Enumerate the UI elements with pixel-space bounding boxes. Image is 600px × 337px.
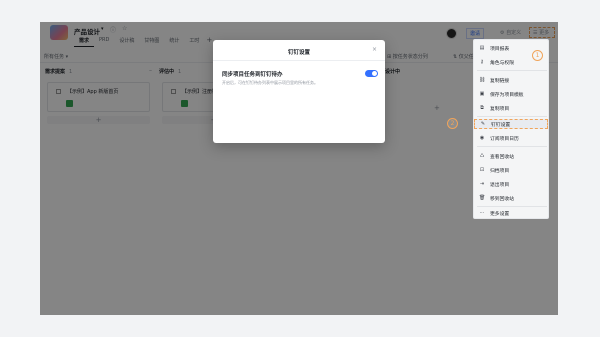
role-permission-icon: ⚷	[480, 59, 484, 65]
menu-item-label: 项目报表	[490, 46, 510, 52]
menu-item-label: 钉钉设置	[491, 122, 511, 128]
menu-item-save-template[interactable]: ▣ 保存为项目模板	[474, 89, 548, 99]
menu-item-archive[interactable]: ⊡ 归档项目	[474, 165, 548, 175]
step-badge-1: 1	[532, 50, 543, 61]
menu-item-label: 更多设置	[490, 211, 510, 217]
menu-item-more-settings[interactable]: ⋯ 更多设置	[474, 208, 548, 218]
menu-item-label: 移到回收站	[490, 196, 514, 202]
menu-item-subscribe-calendar[interactable]: ◉ 订阅项目日历	[474, 133, 548, 143]
menu-item-move-to-trash[interactable]: 🗑 移到回收站	[474, 193, 548, 203]
menu-item-label: 订阅项目日历	[490, 136, 519, 142]
menu-divider	[477, 206, 547, 207]
move-to-trash-icon: 🗑	[479, 195, 486, 201]
step-badge-2: 2	[447, 118, 458, 129]
menu-item-label: 查看回收站	[490, 154, 514, 160]
copy-project-icon: ⧉	[480, 105, 484, 111]
dingtalk-settings-icon: ✎	[480, 121, 486, 127]
exit-project-icon: ⇥	[479, 181, 485, 187]
save-template-icon: ▣	[479, 91, 485, 97]
menu-item-recycle-bin[interactable]: ♺ 查看回收站	[474, 151, 548, 161]
sync-option-title: 同步项目任务到钉钉待办	[222, 72, 283, 78]
more-settings-icon: ⋯	[479, 210, 485, 216]
menu-item-copy-link[interactable]: ⛓ 复制链接	[474, 75, 548, 85]
dialog-title: 钉钉设置	[287, 50, 310, 56]
menu-item-exit-project[interactable]: ⇥ 退出项目	[474, 179, 548, 189]
menu-item-dingtalk-settings[interactable]: ✎ 钉钉设置	[474, 119, 548, 129]
menu-divider	[477, 70, 547, 71]
menu-item-label: 保存为项目模板	[490, 92, 524, 98]
dingtalk-settings-dialog: 钉钉设置 × 同步项目任务到钉钉待办 开启后，可在钉钉待办列表中展示项目里的所有…	[213, 40, 385, 143]
menu-item-label: 复制项目	[490, 106, 510, 112]
close-icon[interactable]: ×	[372, 46, 377, 53]
menu-item-label: 退出项目	[490, 182, 510, 188]
menu-item-label: 归档项目	[490, 168, 510, 174]
more-menu: ▤ 项目报表 ⚷ 角色与权限 ⛓ 复制链接 ▣ 保存为项目模板 ⧉ 复制项目 ✎ 钉钉设置 …	[473, 39, 549, 219]
menu-divider	[477, 146, 547, 147]
sync-toggle[interactable]	[365, 70, 378, 77]
project-report-icon: ▤	[479, 45, 485, 51]
menu-item-label: 角色与权限	[490, 60, 514, 66]
recycle-bin-icon: ♺	[479, 153, 485, 159]
archive-icon: ⊡	[479, 167, 485, 173]
divider	[213, 60, 385, 61]
menu-item-label: 复制链接	[490, 78, 510, 84]
menu-item-copy-project[interactable]: ⧉ 复制项目	[474, 103, 548, 113]
sync-option-description: 开启后，可在钉钉待办列表中展示项目里的所有任务。	[222, 80, 318, 85]
copy-link-icon: ⛓	[479, 77, 486, 83]
subscribe-calendar-icon: ◉	[479, 135, 485, 141]
menu-divider	[477, 116, 547, 117]
